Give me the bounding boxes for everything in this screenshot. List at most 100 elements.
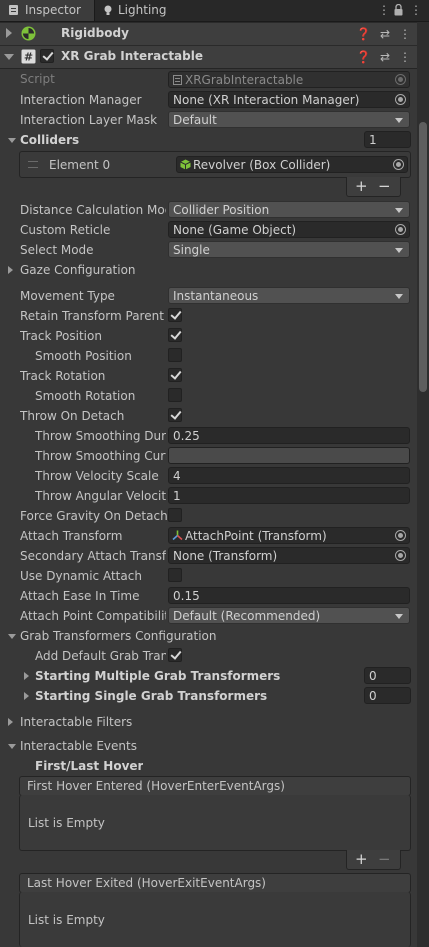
custom-reticle-field[interactable]: None (Game Object) [168, 221, 410, 238]
transform-icon [172, 530, 183, 541]
object-picker-icon [395, 74, 406, 85]
attach-ease-field[interactable]: 0.15 [168, 587, 410, 604]
throw-angular-velocity-value: 1 [173, 489, 181, 503]
retain-transform-parent-label: Retain Transform Parent [20, 309, 164, 323]
attach-transform-field[interactable]: AttachPoint (Transform) [168, 527, 410, 544]
add-button[interactable]: + [355, 177, 368, 195]
component-menu-icon[interactable]: ⋮ [399, 50, 411, 64]
colliders-add-remove: + − [346, 177, 401, 197]
scrollbar[interactable] [417, 22, 429, 947]
tab-inspector[interactable]: Inspector [0, 0, 95, 21]
select-mode-value: Single [173, 243, 210, 257]
select-mode-label: Select Mode [20, 243, 94, 257]
rigidbody-title: Rigidbody [61, 26, 129, 40]
starting-single-label[interactable]: Starting Single Grab Transformers [35, 689, 267, 703]
attach-point-compatibility-dropdown[interactable]: Default (Recommended) [168, 607, 410, 624]
colliders-list: Element 0 Revolver (Box Collider) [19, 151, 411, 178]
track-position-checkbox[interactable] [168, 328, 182, 342]
add-default-grab-checkbox[interactable] [168, 648, 182, 662]
object-picker-icon[interactable] [395, 94, 406, 105]
starting-single-count-field[interactable]: 0 [364, 687, 411, 704]
tab-menu-icon[interactable]: ⋮ [410, 0, 422, 21]
smooth-rotation-checkbox[interactable] [168, 388, 182, 402]
colliders-count-field[interactable]: 1 [364, 131, 411, 148]
throw-smoothing-duration-field[interactable]: 0.25 [168, 427, 410, 444]
colliders-foldout-icon[interactable] [8, 138, 16, 143]
help-icon[interactable]: ❓ [356, 27, 371, 41]
add-button[interactable]: + [355, 850, 368, 868]
object-picker-icon[interactable] [395, 530, 406, 541]
rigidbody-header[interactable]: Rigidbody ❓ ⇄ ⋮ [0, 22, 417, 46]
dropdown-arrow-icon [395, 294, 403, 299]
xr-grab-header[interactable]: # XR Grab Interactable ❓ ⇄ ⋮ [0, 45, 417, 69]
retain-transform-parent-checkbox[interactable] [168, 308, 182, 322]
first-hover-empty: List is Empty [28, 816, 105, 830]
add-default-grab-label: Add Default Grab Trans [35, 649, 166, 663]
first-last-hover-label: First/Last Hover [35, 759, 144, 773]
component-menu-icon[interactable]: ⋮ [399, 27, 411, 41]
starting-multiple-count-field[interactable]: 0 [364, 667, 411, 684]
last-hover-title: Last Hover Exited (HoverExitEventArgs) [27, 876, 266, 890]
throw-on-detach-checkbox[interactable] [168, 408, 182, 422]
script-value: XRGrabInteractable [185, 73, 304, 87]
smooth-position-checkbox[interactable] [168, 348, 182, 362]
attach-transform-label: Attach Transform [20, 529, 123, 543]
throw-smoothing-curve-field[interactable] [168, 447, 410, 464]
script-icon: # [21, 49, 36, 64]
presets-icon[interactable]: ⇄ [380, 27, 390, 41]
gaze-foldout-icon[interactable] [8, 266, 13, 274]
remove-button[interactable]: − [378, 177, 391, 195]
interactable-filters-label[interactable]: Interactable Filters [20, 715, 132, 729]
rigidbody-icon [21, 26, 36, 41]
object-picker-icon[interactable] [393, 159, 404, 170]
throw-velocity-scale-field[interactable]: 4 [168, 467, 410, 484]
svg-text:#: # [24, 51, 33, 64]
events-foldout-icon[interactable] [8, 744, 16, 749]
scrollbar-thumb[interactable] [419, 122, 427, 392]
interactable-events-label[interactable]: Interactable Events [20, 739, 137, 753]
gaze-configuration-label[interactable]: Gaze Configuration [20, 263, 136, 277]
interaction-layer-mask-dropdown[interactable]: Default [168, 111, 410, 128]
element-0-label: Element 0 [49, 158, 111, 172]
custom-reticle-value: None (Game Object) [173, 223, 297, 237]
use-dynamic-attach-label: Use Dynamic Attach [20, 569, 142, 583]
filters-foldout-icon[interactable] [8, 718, 13, 726]
force-gravity-checkbox[interactable] [168, 508, 182, 522]
script-file-icon [173, 75, 182, 85]
secondary-attach-field[interactable]: None (Transform) [168, 547, 410, 564]
starting-multiple-label[interactable]: Starting Multiple Grab Transformers [35, 669, 280, 683]
starting-multiple-foldout-icon[interactable] [24, 672, 29, 680]
select-mode-dropdown[interactable]: Single [168, 241, 410, 258]
attach-point-compatibility-label: Attach Point Compatibility [20, 609, 166, 623]
tab-inspector-label: Inspector [25, 3, 81, 17]
tab-lighting[interactable]: Lighting [96, 0, 206, 21]
lock-icon[interactable] [394, 4, 403, 16]
interaction-manager-field[interactable]: None (XR Interaction Manager) [168, 91, 410, 108]
use-dynamic-attach-checkbox[interactable] [168, 568, 182, 582]
throw-angular-velocity-field[interactable]: 1 [168, 487, 410, 504]
smooth-position-label: Smooth Position [35, 349, 132, 363]
distance-calculation-dropdown[interactable]: Collider Position [168, 201, 410, 218]
throw-on-detach-label: Throw On Detach [20, 409, 125, 423]
grab-transformers-config-label[interactable]: Grab Transformers Configuration [20, 629, 216, 643]
movement-type-dropdown[interactable]: Instantaneous [168, 287, 410, 304]
starting-single-foldout-icon[interactable] [24, 692, 29, 700]
track-rotation-checkbox[interactable] [168, 368, 182, 382]
component-enabled-checkbox[interactable] [40, 49, 54, 63]
secondary-attach-value: None (Transform) [173, 549, 278, 563]
help-icon[interactable]: ❓ [356, 50, 371, 64]
object-picker-icon[interactable] [395, 550, 406, 561]
object-picker-icon[interactable] [395, 224, 406, 235]
colliders-count: 1 [369, 133, 377, 147]
grab-transformers-foldout-icon[interactable] [8, 634, 16, 639]
more-menu-icon[interactable]: ⋮ [378, 0, 390, 21]
first-hover-title: First Hover Entered (HoverEnterEventArgs… [27, 779, 285, 793]
element-0-value: Revolver (Box Collider) [193, 158, 331, 172]
element-0-field[interactable]: Revolver (Box Collider) [176, 156, 408, 173]
drag-handle-icon[interactable] [28, 161, 38, 168]
presets-icon[interactable]: ⇄ [380, 50, 390, 64]
starting-single-count: 0 [369, 689, 377, 703]
collapsed-arrow-icon[interactable] [6, 28, 12, 38]
throw-smoothing-curve-label: Throw Smoothing Curve [35, 449, 166, 463]
expanded-arrow-icon[interactable] [4, 54, 14, 60]
